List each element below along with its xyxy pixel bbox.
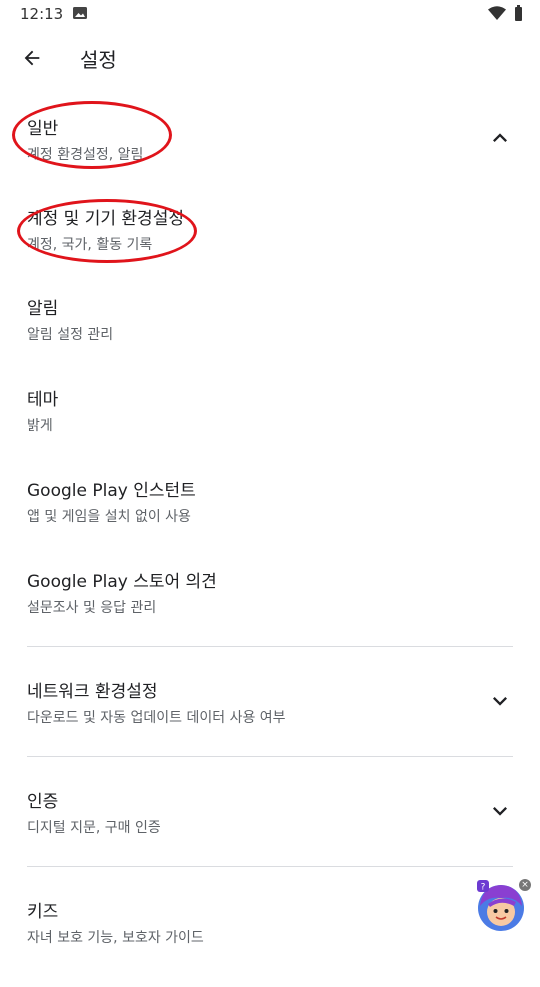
mascot-badge: ? (481, 883, 486, 893)
settings-group-auth[interactable]: 인증 디지털 지문, 구매 인증 (0, 787, 540, 877)
item-title: Google Play 스토어 의견 (27, 572, 217, 592)
settings-item-notifications[interactable]: 알림 알림 설정 관리 (0, 294, 540, 384)
chevron-down-icon[interactable] (486, 687, 514, 715)
photo-notification-icon (73, 7, 87, 19)
item-subtitle: 계정 환경설정, 알림 (27, 147, 144, 163)
battery-icon (515, 5, 522, 21)
item-title: 테마 (27, 390, 59, 410)
item-subtitle: 다운로드 및 자동 업데이트 데이터 사용 여부 (27, 710, 286, 726)
divider (27, 866, 513, 867)
wifi-icon (488, 6, 506, 20)
chevron-up-icon[interactable] (486, 124, 514, 152)
item-subtitle: 자녀 보호 기능, 보호자 가이드 (27, 930, 204, 946)
item-subtitle: 알림 설정 관리 (27, 327, 114, 343)
divider (27, 756, 513, 757)
settings-group-kids[interactable]: 키즈 자녀 보호 기능, 보호자 가이드 (0, 897, 540, 987)
arrow-back-icon (24, 50, 40, 66)
item-subtitle: 계정, 국가, 활동 기록 (27, 237, 153, 253)
chevron-down-icon[interactable] (486, 797, 514, 825)
app-bar: 설정 (0, 28, 540, 88)
settings-item-instant[interactable]: Google Play 인스턴트 앱 및 게임을 설치 없이 사용 (0, 476, 540, 566)
item-subtitle: 앱 및 게임을 설치 없이 사용 (27, 509, 191, 525)
settings-item-theme[interactable]: 테마 밝게 (0, 385, 540, 475)
item-subtitle: 설문조사 및 응답 관리 (27, 600, 157, 616)
item-title: 키즈 (27, 902, 59, 922)
settings-group-general[interactable]: 일반 계정 환경설정, 알림 (0, 114, 540, 204)
status-time: 12:13 (20, 5, 64, 23)
page-title: 설정 (80, 48, 117, 72)
item-subtitle: 밝게 (27, 418, 53, 434)
close-icon[interactable]: × (519, 879, 531, 891)
item-title: 계정 및 기기 환경설정 (27, 209, 184, 229)
item-title: 네트워크 환경설정 (27, 682, 158, 702)
divider (27, 646, 513, 647)
item-title: 인증 (27, 792, 59, 812)
item-subtitle: 디지털 지문, 구매 인증 (27, 820, 161, 836)
settings-item-account[interactable]: 계정 및 기기 환경설정 계정, 국가, 활동 기록 (0, 204, 540, 294)
settings-group-network[interactable]: 네트워크 환경설정 다운로드 및 자동 업데이트 데이터 사용 여부 (0, 677, 540, 767)
status-bar: 12:13 (0, 0, 540, 28)
item-title: 일반 (27, 119, 59, 139)
item-title: Google Play 인스턴트 (27, 481, 196, 501)
settings-item-store-opinion[interactable]: Google Play 스토어 의견 설문조사 및 응답 관리 (0, 567, 540, 657)
back-button[interactable] (14, 40, 50, 76)
item-title: 알림 (27, 299, 59, 319)
